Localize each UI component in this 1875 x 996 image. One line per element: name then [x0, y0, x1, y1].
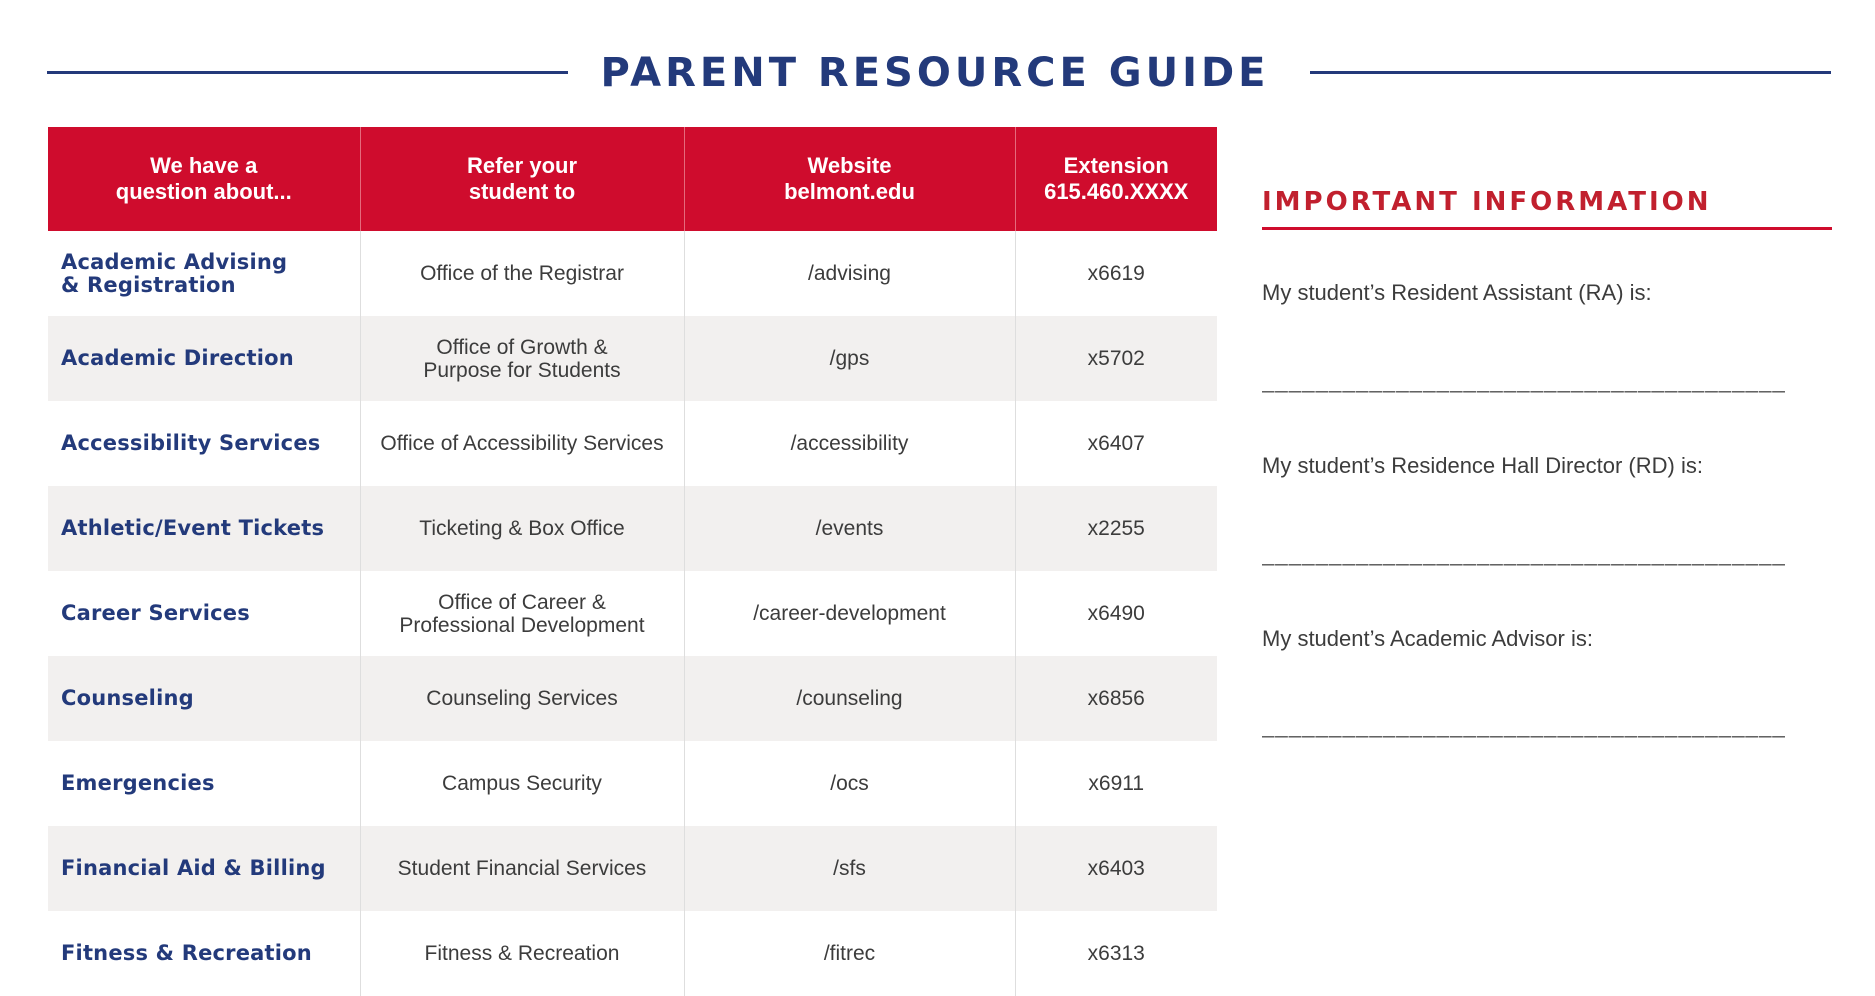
- topic-cell: Financial Aid & Billing: [48, 826, 360, 911]
- header-line: 615.460.XXXX: [1044, 179, 1189, 204]
- topic-cell-line: Academic Direction: [61, 346, 294, 370]
- extension-cell: x6856: [1014, 656, 1217, 741]
- header-line: We have a: [150, 153, 258, 178]
- header-line: question about...: [115, 179, 292, 204]
- important-information-panel: IMPORTANT INFORMATION My student’s Resid…: [1262, 186, 1832, 738]
- extension-cell: x6313: [1014, 911, 1217, 996]
- topic-cell: Emergencies: [48, 741, 360, 826]
- topic-cell: Accessibility Services: [48, 401, 360, 486]
- website-cell[interactable]: /ocs: [683, 741, 1015, 826]
- topic-cell-line: Emergencies: [61, 771, 215, 795]
- ra-blank-line[interactable]: _______________________________________: [1262, 368, 1822, 394]
- topic-cell-line: Athletic/Event Tickets: [61, 516, 325, 540]
- table-row: Athletic/Event Tickets Ticketing & Box Of…: [48, 486, 1217, 571]
- website-cell[interactable]: /counseling: [683, 656, 1015, 741]
- topic-cell: Academic Direction: [48, 316, 360, 401]
- table-row: Accessibility Services Office of Accessib…: [48, 401, 1217, 486]
- refer-cell: Student Financial Services: [359, 826, 684, 911]
- refer-cell: Counseling Services: [359, 656, 684, 741]
- advisor-label: My student’s Academic Advisor is:: [1262, 626, 1593, 651]
- topic-cell-line: Accessibility Services: [61, 431, 321, 455]
- title-rule-right: [1310, 71, 1831, 74]
- extension-cell: x5702: [1014, 316, 1217, 401]
- website-cell[interactable]: /gps: [683, 316, 1015, 401]
- advisor-field: My student’s Academic Advisor is:: [1262, 626, 1593, 652]
- refer-cell: Office of the Registrar: [359, 231, 684, 316]
- topic-cell: Counseling: [48, 656, 360, 741]
- website-cell[interactable]: /advising: [683, 231, 1015, 316]
- extension-cell: x2255: [1014, 486, 1217, 571]
- refer-cell-line: Office of Accessibility Services: [380, 432, 664, 455]
- extension-cell: x6911: [1014, 741, 1217, 826]
- table-body: Academic Advising & Registration Office of…: [48, 231, 1217, 996]
- refer-cell: Campus Security: [359, 741, 684, 826]
- table-row: Emergencies Campus Security/ocs x6911: [48, 741, 1217, 826]
- refer-cell-line: Ticketing & Box Office: [419, 517, 625, 540]
- header-line: student to: [468, 179, 576, 204]
- topic-cell-line: Fitness & Recreation: [61, 941, 312, 965]
- extension-cell: x6490: [1014, 571, 1217, 656]
- table-row: Academic Advising & Registration Office of…: [48, 231, 1217, 316]
- header-extension: Extension 615.460.XXXX: [1014, 127, 1217, 231]
- refer-cell: Ticketing & Box Office: [359, 486, 684, 571]
- refer-cell-line: Fitness & Recreation: [424, 942, 620, 965]
- header-line: Website: [807, 153, 892, 178]
- important-information-heading: IMPORTANT INFORMATION: [1262, 186, 1832, 230]
- topic-cell-line: Counseling: [61, 686, 194, 710]
- website-cell[interactable]: /fitrec: [683, 911, 1015, 996]
- topic-cell-line: Academic Advising: [61, 249, 288, 274]
- refer-cell: Office of Career & Professional Developme…: [359, 571, 684, 656]
- extension-cell: x6619: [1014, 231, 1217, 316]
- table-row: Counseling Counseling Services/counseling…: [48, 656, 1217, 741]
- refer-cell-line: Student Financial Services: [397, 857, 647, 880]
- refer-cell-line: Office of Career &: [438, 590, 606, 614]
- website-cell[interactable]: /sfs: [683, 826, 1015, 911]
- ra-field: My student’s Resident Assistant (RA) is:: [1262, 280, 1652, 306]
- topic-cell-line: Financial Aid & Billing: [61, 856, 326, 880]
- header-line: belmont.edu: [784, 179, 915, 204]
- table-row: Financial Aid & Billing Student Financial…: [48, 826, 1217, 911]
- refer-cell: Fitness & Recreation: [359, 911, 684, 996]
- refer-cell: Office of Accessibility Services: [359, 401, 684, 486]
- header-line: Refer your: [466, 153, 578, 178]
- table-row: Fitness & Recreation Fitness & Recreation…: [48, 911, 1217, 996]
- table-row: Academic Direction Office of Growth & Purp…: [48, 316, 1217, 401]
- header-refer: Refer your student to: [359, 127, 684, 231]
- advisor-blank-line[interactable]: _______________________________________: [1262, 713, 1822, 739]
- refer-cell-line: Purpose for Students: [423, 358, 621, 382]
- topic-cell-line: & Registration: [61, 272, 236, 297]
- rd-blank-line[interactable]: _______________________________________: [1262, 541, 1822, 567]
- header-website: Website belmont.edu: [683, 127, 1015, 231]
- extension-cell: x6403: [1014, 826, 1217, 911]
- refer-cell-line: Office of Growth &: [436, 335, 608, 359]
- website-cell[interactable]: /accessibility: [683, 401, 1015, 486]
- website-cell[interactable]: /career-development: [683, 571, 1015, 656]
- topic-cell: Fitness & Recreation: [48, 911, 360, 996]
- topic-cell: Academic Advising & Registration: [48, 231, 360, 316]
- topic-cell: Athletic/Event Tickets: [48, 486, 360, 571]
- header-line: Extension: [1063, 153, 1169, 178]
- table-header-row: We have a question about... Refer your s…: [48, 127, 1217, 231]
- rd-field: My student’s Residence Hall Director (RD…: [1262, 453, 1703, 479]
- extension-cell: x6407: [1014, 401, 1217, 486]
- title-rule-left: [47, 71, 568, 74]
- page-title: PARENT RESOURCE GUIDE: [600, 50, 1270, 96]
- header-question: We have a question about...: [48, 127, 360, 231]
- refer-cell-line: Professional Development: [399, 613, 645, 637]
- ra-label: My student’s Resident Assistant (RA) is:: [1262, 280, 1652, 305]
- table-row: Career Services Office of Career & Profess…: [48, 571, 1217, 656]
- refer-cell: Office of Growth & Purpose for Students: [359, 316, 684, 401]
- website-cell[interactable]: /events: [683, 486, 1015, 571]
- refer-cell-line: Counseling Services: [426, 687, 618, 710]
- topic-cell-line: Career Services: [61, 601, 250, 625]
- resource-table: We have a question about... Refer your s…: [48, 127, 1217, 996]
- refer-cell-line: Office of the Registrar: [420, 262, 624, 285]
- topic-cell: Career Services: [48, 571, 360, 656]
- refer-cell-line: Campus Security: [442, 772, 602, 795]
- rd-label: My student’s Residence Hall Director (RD…: [1262, 453, 1703, 478]
